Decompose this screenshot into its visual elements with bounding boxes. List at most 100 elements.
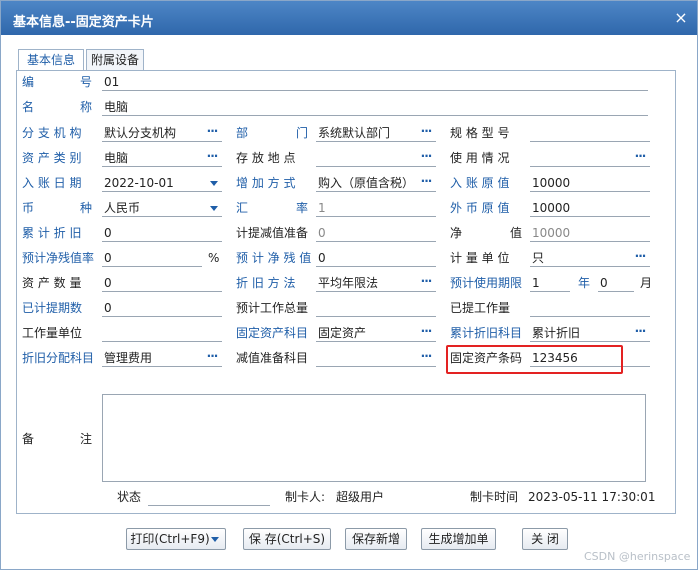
depreciation-method-field[interactable]: 平均年限法 ··· [316, 274, 436, 292]
title-bar: 基本信息--固定资产卡片 × [1, 1, 697, 35]
status-field [148, 488, 270, 506]
asset-category-lookup-icon[interactable]: ··· [204, 147, 220, 165]
accum-account-value: 累计折旧 [532, 326, 581, 340]
foreign-value-value: 10000 [532, 201, 571, 215]
useful-life-years-field[interactable]: 1 [530, 274, 570, 292]
unit-field[interactable]: 只 ··· [530, 249, 650, 267]
allocation-account-field[interactable]: 管理费用 ··· [102, 349, 222, 367]
entry-date-value: 2022-10-01 [104, 176, 174, 190]
add-method-lookup-icon[interactable]: ··· [418, 172, 434, 190]
label-currency-2: 种 [80, 201, 93, 215]
label-rate-1: 汇 [236, 201, 249, 215]
quantity-field[interactable]: 0 [102, 274, 222, 292]
residual-value-field[interactable]: 0 [316, 249, 436, 267]
label-foreign-value: 外 币 原 值 [450, 201, 510, 215]
label-creator: 制卡人: [285, 490, 326, 504]
useful-life-months-value: 0 [600, 276, 608, 290]
branch-field[interactable]: 默认分支机构 ··· [102, 124, 222, 142]
label-dept-2: 门 [296, 126, 309, 140]
save-new-button[interactable]: 保存新增 [345, 528, 407, 550]
created-time-value: 2023-05-11 17:30:01 [528, 490, 656, 504]
department-lookup-icon[interactable]: ··· [418, 122, 434, 140]
impairment-value: 0 [318, 226, 326, 240]
usage-lookup-icon[interactable]: ··· [632, 147, 648, 165]
useful-life-months-field[interactable]: 0 [598, 274, 634, 292]
print-button[interactable]: 打印(Ctrl+F9) [126, 528, 226, 550]
chevron-down-icon[interactable] [211, 537, 219, 542]
label-asset-account: 固定资产科目 [236, 326, 309, 340]
asset-category-value: 电脑 [104, 151, 129, 165]
foreign-value-field[interactable]: 10000 [530, 199, 650, 217]
currency-select[interactable]: 人民币 [102, 199, 222, 217]
label-spec: 规 格 型 号 [450, 126, 510, 140]
asset-category-field[interactable]: 电脑 ··· [102, 149, 222, 167]
asset-account-field[interactable]: 固定资产 ··· [316, 324, 436, 342]
label-entry-date: 入 账 日 期 [22, 176, 82, 190]
net-value-field[interactable]: 10000 [530, 224, 650, 242]
total-workload-field[interactable] [316, 299, 436, 317]
asset-account-lookup-icon[interactable]: ··· [418, 322, 434, 340]
name-field[interactable]: 电脑 [102, 98, 648, 116]
accum-depreciation-field[interactable]: 0 [102, 224, 222, 242]
useful-life-years-value: 1 [532, 276, 540, 290]
label-unit: 计 量 单 位 [450, 251, 510, 265]
label-depreciation-method: 折 旧 方 法 [236, 276, 296, 290]
periods-depreciated-field[interactable]: 0 [102, 299, 222, 317]
depreciation-method-lookup-icon[interactable]: ··· [418, 272, 434, 290]
label-periods-depreciated: 已计提期数 [22, 301, 83, 315]
window-title: 基本信息--固定资产卡片 [13, 15, 154, 30]
impairment-field[interactable]: 0 [316, 224, 436, 242]
label-asset-category: 资 产 类 别 [22, 151, 82, 165]
accum-account-lookup-icon[interactable]: ··· [632, 322, 648, 340]
exchange-rate-field[interactable]: 1 [316, 199, 436, 217]
impairment-account-lookup-icon[interactable]: ··· [418, 347, 434, 365]
label-net-value-1: 净 [450, 226, 463, 240]
original-value-field[interactable]: 10000 [530, 174, 650, 192]
department-field[interactable]: 系统默认部门 ··· [316, 124, 436, 142]
spec-field[interactable] [530, 124, 650, 142]
impairment-account-field[interactable]: ··· [316, 349, 436, 367]
entry-date-field[interactable]: 2022-10-01 [102, 174, 222, 192]
location-field[interactable]: ··· [316, 149, 436, 167]
workload-done-field[interactable] [530, 299, 650, 317]
allocation-account-lookup-icon[interactable]: ··· [204, 347, 220, 365]
label-number-2: 号 [80, 75, 93, 89]
label-location: 存 放 地 点 [236, 151, 296, 165]
save-button[interactable]: 保 存(Ctrl+S) [243, 528, 331, 550]
label-residual-value: 预 计 净 残 值 [236, 251, 312, 265]
net-value-value: 10000 [532, 226, 571, 240]
generate-add-form-button[interactable]: 生成增加单 [421, 528, 496, 550]
usage-field[interactable]: ··· [530, 149, 650, 167]
tab-attached-equipment[interactable]: 附属设备 [86, 49, 144, 71]
label-remarks-1: 备 [22, 432, 35, 446]
label-name-2: 称 [80, 100, 93, 114]
close-icon[interactable]: × [673, 10, 689, 26]
branch-value: 默认分支机构 [104, 126, 177, 140]
add-method-field[interactable]: 购入（原值含税） ··· [316, 174, 436, 192]
label-usage: 使 用 情 况 [450, 151, 510, 165]
tab-basic-info[interactable]: 基本信息 [18, 49, 84, 72]
number-value: 01 [104, 75, 120, 89]
remarks-textarea[interactable] [102, 394, 646, 482]
allocation-account-value: 管理费用 [104, 351, 153, 365]
label-residual-rate: 预计净残值率 [22, 251, 95, 265]
chevron-down-icon[interactable] [210, 206, 218, 211]
label-number-1: 编 [22, 75, 35, 89]
accum-depreciation-value: 0 [104, 226, 112, 240]
chevron-down-icon[interactable] [210, 181, 218, 186]
residual-rate-field[interactable]: 0 [102, 249, 202, 267]
location-lookup-icon[interactable]: ··· [418, 147, 434, 165]
label-net-value-2: 值 [510, 226, 523, 240]
watermark: CSDN @herinspace [584, 550, 691, 563]
close-button[interactable]: 关 闭 [522, 528, 568, 550]
label-total-workload: 预计工作总量 [236, 301, 309, 315]
accum-account-field[interactable]: 累计折旧 ··· [530, 324, 650, 342]
unit-lookup-icon[interactable]: ··· [632, 247, 648, 265]
residual-rate-value: 0 [104, 251, 112, 265]
residual-value-value: 0 [318, 251, 326, 265]
exchange-rate-value: 1 [318, 201, 326, 215]
number-field[interactable]: 01 [102, 73, 648, 91]
workload-unit-field[interactable] [102, 324, 222, 342]
add-method-value: 购入（原值含税） [318, 176, 415, 190]
branch-lookup-icon[interactable]: ··· [204, 122, 220, 140]
